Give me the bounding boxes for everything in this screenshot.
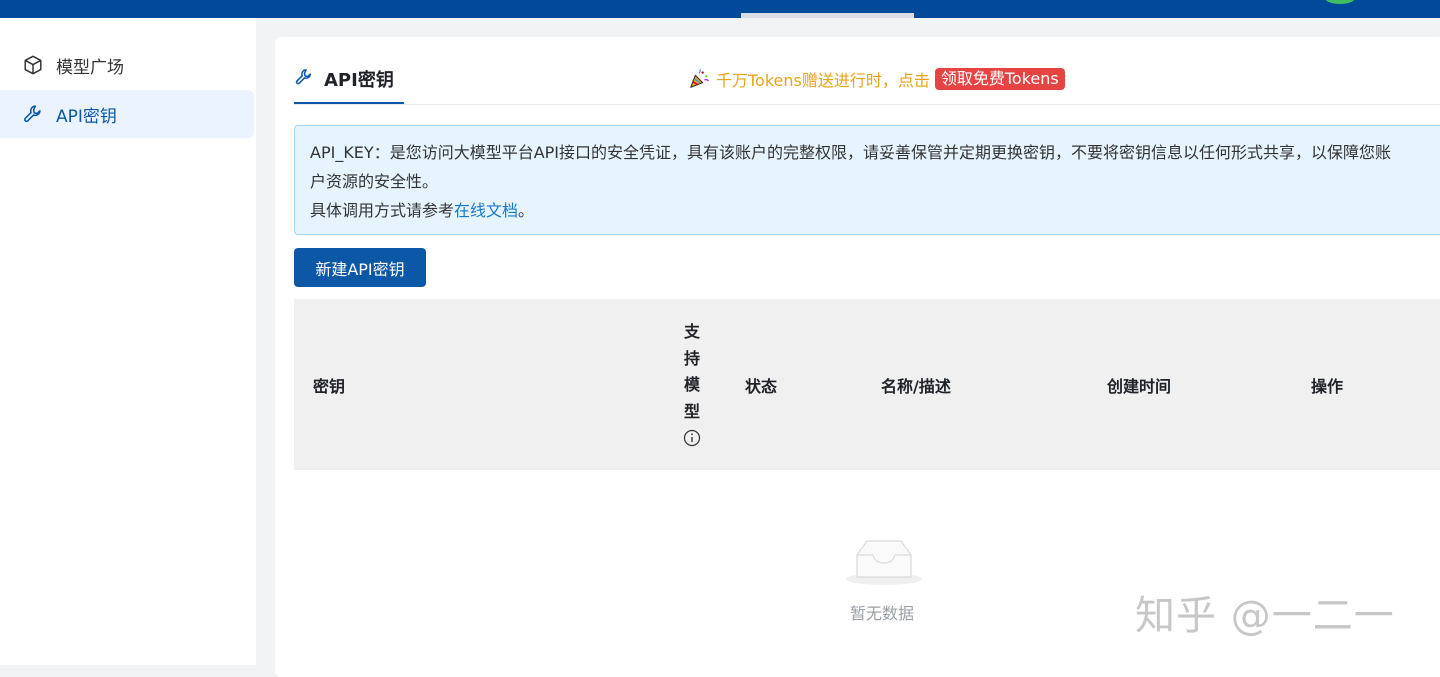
sidebar-item-api-keys[interactable]: API密钥 bbox=[0, 90, 254, 138]
notice-doc-prefix: 具体调用方式请参考 bbox=[310, 201, 455, 220]
tab-active-underline bbox=[294, 102, 404, 104]
notice-line-3: 具体调用方式请参考在线文档。 bbox=[310, 196, 1440, 225]
sidebar-item-label: API密钥 bbox=[56, 106, 117, 127]
main-card: API密钥 千万Tokens赠送进行时，点击 领取免费Tokens API_KE… bbox=[275, 37, 1440, 677]
sidebar-item-label: 模型广场 bbox=[56, 57, 124, 78]
column-header-status: 状态 bbox=[745, 377, 778, 396]
notice-line-2: 户资源的安全性。 bbox=[310, 172, 439, 191]
new-api-key-button[interactable]: 新建API密钥 bbox=[294, 248, 426, 287]
watermark: 知乎 @一二一 bbox=[1135, 593, 1395, 639]
tab-api-keys[interactable]: API密钥 bbox=[294, 66, 394, 104]
party-popper-icon bbox=[688, 68, 710, 90]
wrench-icon bbox=[294, 67, 314, 87]
top-nav-bar bbox=[0, 0, 1440, 18]
active-nav-tab-indicator[interactable] bbox=[741, 13, 914, 18]
tab-label: API密钥 bbox=[324, 70, 394, 91]
column-header-name-description: 名称/描述 bbox=[881, 377, 951, 396]
empty-state-text: 暂无数据 bbox=[850, 604, 915, 623]
sidebar-item-model-plaza[interactable]: 模型广场 bbox=[0, 41, 254, 89]
notice-doc-suffix: 。 bbox=[518, 201, 535, 220]
online-docs-link[interactable]: 在线文档 bbox=[454, 201, 518, 220]
wrench-icon bbox=[22, 103, 44, 125]
column-header-key: 密钥 bbox=[313, 377, 346, 396]
api-key-notice: API_KEY：是您访问大模型平台API接口的安全凭证，具有该账户的完整权限，请… bbox=[294, 125, 1440, 235]
promo-text: 千万Tokens赠送进行时，点击 bbox=[716, 71, 930, 90]
sidebar: 模型广场 API密钥 bbox=[0, 18, 256, 665]
column-header-created-time: 创建时间 bbox=[1107, 377, 1172, 396]
info-icon[interactable] bbox=[683, 429, 701, 447]
column-header-actions: 操作 bbox=[1311, 377, 1344, 396]
table-header: 密钥 支 持 模 型 状态 名称/描述 创建时间 操作 bbox=[294, 299, 1440, 470]
column-header-supported-models: 支 持 模 型 bbox=[682, 319, 702, 447]
notice-line-1: API_KEY：是您访问大模型平台API接口的安全凭证，具有该账户的完整权限，请… bbox=[310, 143, 1392, 162]
user-avatar[interactable] bbox=[1324, 0, 1356, 4]
cube-icon bbox=[22, 54, 44, 76]
claim-free-tokens-button[interactable]: 领取免费Tokens bbox=[934, 68, 1065, 90]
promo-banner: 千万Tokens赠送进行时，点击 领取免费Tokens bbox=[688, 67, 1065, 91]
empty-inbox-icon bbox=[846, 540, 922, 585]
